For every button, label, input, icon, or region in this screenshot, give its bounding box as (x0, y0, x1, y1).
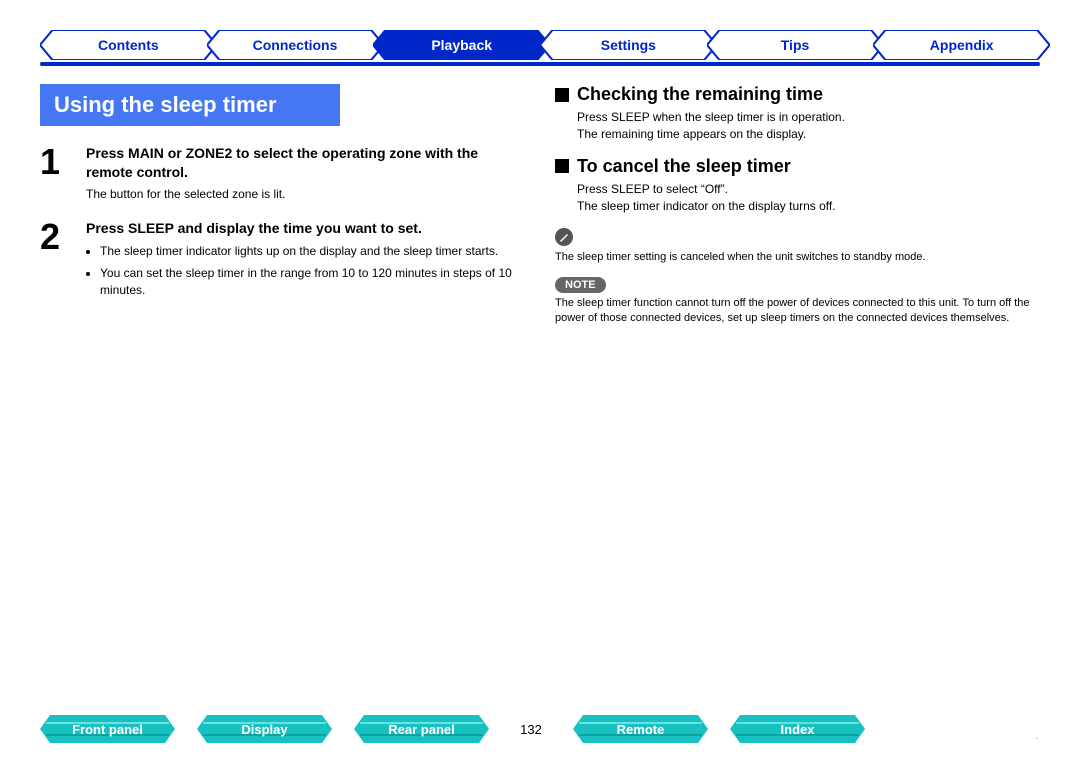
tab-connections[interactable]: Connections (207, 30, 384, 60)
tab-contents[interactable]: Contents (40, 30, 217, 60)
section-title: Using the sleep timer (40, 84, 340, 126)
bottom-link-rear-panel[interactable]: Rear panel (354, 715, 489, 743)
bottom-nav: Front panel Display Rear panel 132 (40, 715, 1040, 743)
subsection-checking: Checking the remaining time (555, 84, 1040, 105)
step-number: 2 (40, 219, 86, 255)
page-number: 132 (511, 722, 551, 737)
subsection-title: To cancel the sleep timer (577, 156, 791, 177)
tab-label: Appendix (930, 37, 994, 53)
subsection-body: Press SLEEP to select “Off”. The sleep t… (577, 181, 1040, 216)
bullet-item: The sleep timer indicator lights up on t… (100, 243, 525, 260)
step-1: 1 Press MAIN or ZONE2 to select the oper… (40, 144, 525, 203)
right-column: Checking the remaining time Press SLEEP … (555, 84, 1040, 327)
step-bullets: The sleep timer indicator lights up on t… (86, 243, 525, 299)
bottom-link-remote[interactable]: Remote (573, 715, 708, 743)
left-column: Using the sleep timer 1 Press MAIN or ZO… (40, 84, 525, 327)
tab-playback[interactable]: Playback (373, 30, 550, 60)
tab-label: Tips (781, 37, 810, 53)
bottom-link-front-panel[interactable]: Front panel (40, 715, 175, 743)
step-number: 1 (40, 144, 86, 180)
step-heading: Press SLEEP and display the time you wan… (86, 219, 525, 238)
bottom-link-label: Remote (617, 722, 665, 737)
subsection-cancel: To cancel the sleep timer (555, 156, 1040, 177)
top-nav-rule (40, 62, 1040, 66)
tab-appendix[interactable]: Appendix (873, 30, 1050, 60)
note-badge: NOTE (555, 277, 606, 293)
square-bullet-icon (555, 159, 569, 173)
subsection-title: Checking the remaining time (577, 84, 823, 105)
tab-settings[interactable]: Settings (540, 30, 717, 60)
step-2: 2 Press SLEEP and display the time you w… (40, 219, 525, 304)
tab-label: Playback (431, 37, 492, 53)
subsection-body: Press SLEEP when the sleep timer is in o… (577, 109, 1040, 144)
tab-label: Connections (253, 37, 338, 53)
square-bullet-icon (555, 88, 569, 102)
page-mark: . (1036, 732, 1038, 741)
pencil-note-text: The sleep timer setting is canceled when… (555, 250, 1040, 265)
step-subtext: The button for the selected zone is lit. (86, 186, 525, 203)
tab-label: Contents (98, 37, 159, 53)
bottom-link-label: Display (241, 722, 287, 737)
bottom-link-label: Front panel (72, 722, 143, 737)
bullet-item: You can set the sleep timer in the range… (100, 265, 525, 300)
bottom-link-index[interactable]: Index (730, 715, 865, 743)
note-text: The sleep timer function cannot turn off… (555, 296, 1040, 327)
bottom-link-display[interactable]: Display (197, 715, 332, 743)
tab-tips[interactable]: Tips (707, 30, 884, 60)
bottom-link-label: Rear panel (388, 722, 454, 737)
step-heading: Press MAIN or ZONE2 to select the operat… (86, 144, 525, 182)
bottom-link-label: Index (781, 722, 815, 737)
pencil-note-icon (555, 228, 573, 246)
tab-label: Settings (601, 37, 656, 53)
top-nav: Contents Connections Playback Settings T… (40, 30, 1040, 60)
